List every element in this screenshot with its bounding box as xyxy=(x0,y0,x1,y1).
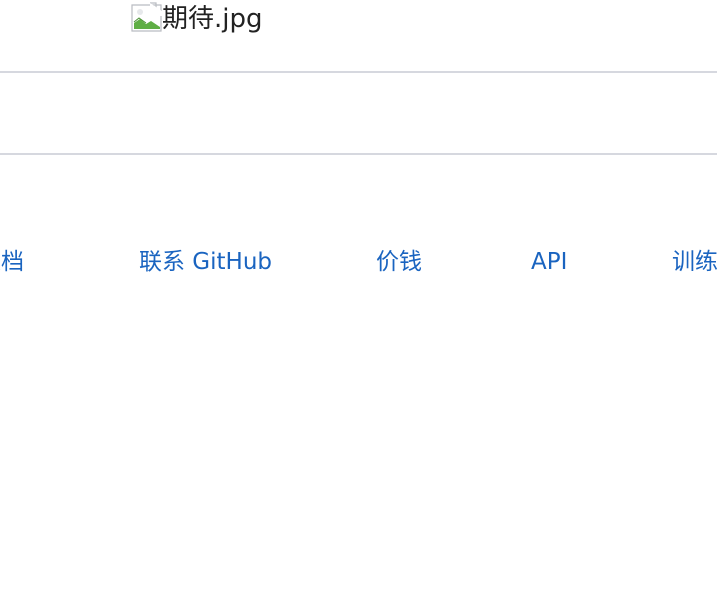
nav-link-api[interactable]: API xyxy=(531,246,567,278)
nav-link-training[interactable]: 训练 xyxy=(672,246,717,278)
divider-top xyxy=(0,71,717,73)
header-image: 期待.jpg xyxy=(131,2,263,36)
nav-link-pricing[interactable]: 价钱 xyxy=(376,246,422,278)
nav-link-contact-github[interactable]: 联系 GitHub xyxy=(139,246,272,278)
image-alt-text: 期待.jpg xyxy=(162,4,263,34)
divider-bottom xyxy=(0,153,717,155)
page: 期待.jpg 文档 联系 GitHub 价钱 API 训练 xyxy=(0,0,717,603)
nav-link-docs[interactable]: 文档 xyxy=(0,246,24,278)
broken-image-icon xyxy=(131,2,163,32)
